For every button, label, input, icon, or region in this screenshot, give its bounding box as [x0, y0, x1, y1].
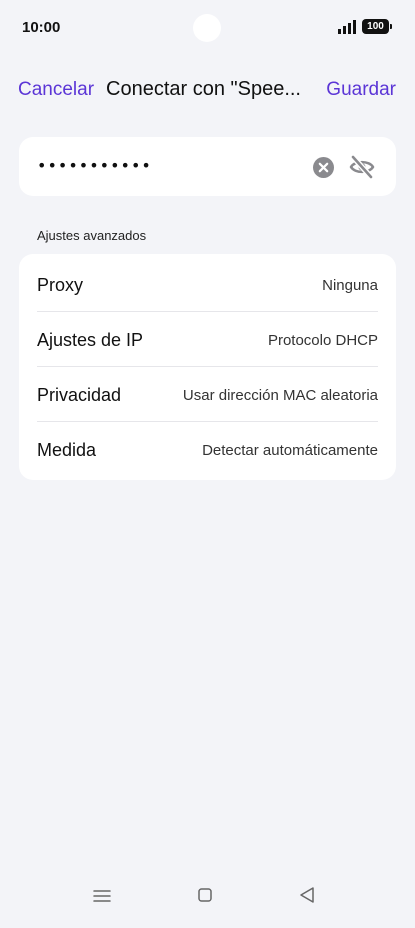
advanced-settings-label: Ajustes avanzados — [37, 228, 147, 243]
signal-bars-icon — [338, 20, 356, 34]
setting-label: Proxy — [37, 275, 84, 295]
status-time: 10:00 — [22, 19, 61, 36]
setting-value: Detectar automáticamente — [202, 442, 378, 459]
camera-cutout — [193, 14, 221, 42]
setting-row-ip-settings[interactable]: Ajustes de IP Protocolo DHCP — [19, 312, 396, 367]
setting-label: Medida — [37, 440, 97, 460]
navigation-bar — [0, 872, 415, 928]
battery-icon: 100 — [362, 19, 392, 34]
setting-value: Protocolo DHCP — [267, 332, 378, 349]
password-input[interactable] — [37, 156, 297, 175]
setting-label: Privacidad — [37, 385, 122, 405]
password-field-card — [19, 137, 396, 196]
header: Cancelar Conectar con "Spee... Guardar — [0, 70, 415, 110]
setting-label: Ajustes de IP — [37, 330, 144, 350]
cancel-button[interactable]: Cancelar — [18, 79, 94, 101]
setting-value: Ninguna — [322, 277, 378, 294]
status-bar: 10:00 100 — [0, 0, 415, 56]
setting-row-privacy[interactable]: Privacidad Usar dirección MAC aleatoria — [19, 367, 396, 422]
setting-value: Usar dirección MAC aleatoria — [182, 387, 378, 404]
eye-off-icon[interactable] — [348, 154, 376, 180]
clear-circle-icon[interactable] — [313, 157, 334, 178]
home-icon[interactable] — [198, 888, 212, 902]
save-button[interactable]: Guardar — [326, 79, 396, 101]
page-title: Conectar con "Spee... — [106, 78, 301, 100]
setting-row-metered[interactable]: Medida Detectar automáticamente — [19, 422, 396, 477]
back-icon[interactable] — [298, 886, 316, 904]
menu-icon[interactable] — [93, 888, 111, 904]
battery-level: 100 — [367, 21, 384, 32]
advanced-settings-list: Proxy Ninguna Ajustes de IP Protocolo DH… — [19, 254, 396, 480]
setting-row-proxy[interactable]: Proxy Ninguna — [19, 257, 396, 312]
